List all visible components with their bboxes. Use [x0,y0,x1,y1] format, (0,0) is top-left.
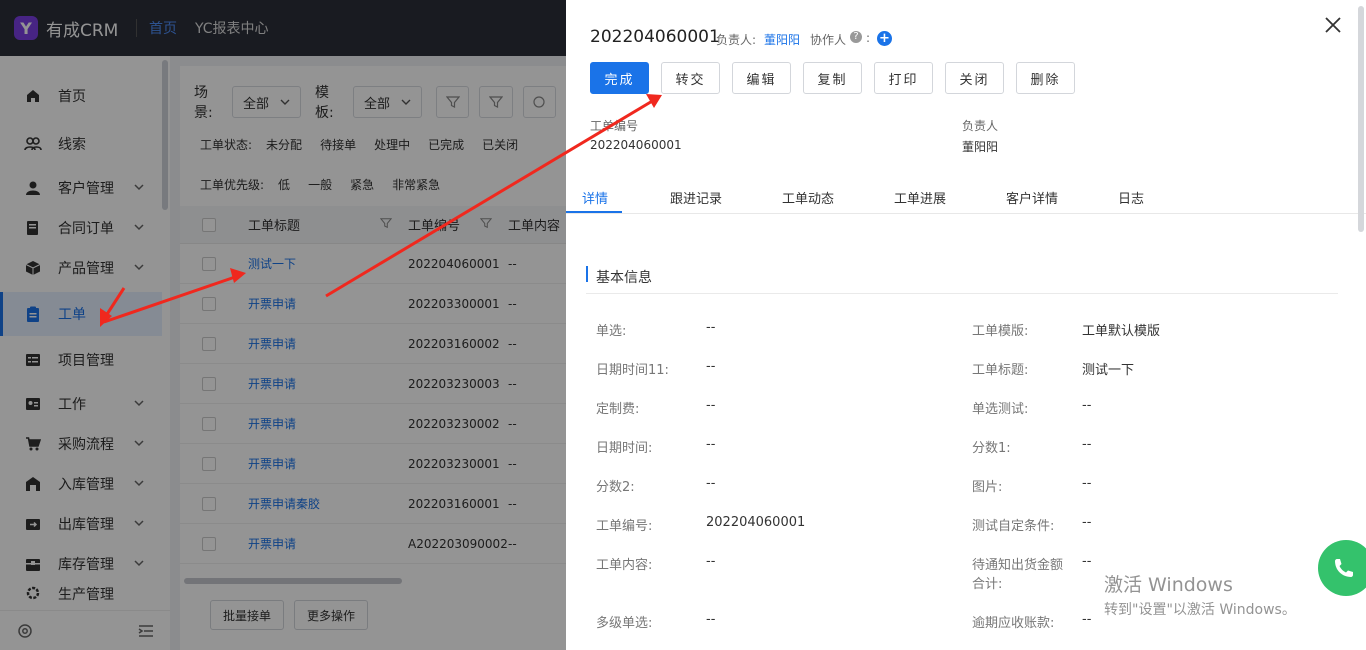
field-value: 202204060001 [706,515,806,530]
field-value: -- [706,554,716,569]
field-value: -- [706,320,716,335]
field-label: 分数2: [596,480,635,495]
field-value: -- [1082,554,1092,569]
drawer-scrollbar[interactable] [1358,6,1364,232]
field-value: -- [1082,437,1092,452]
field-value: 工单默认模版 [1082,324,1161,339]
field-label: 定制费: [596,402,640,417]
phone-contact-button[interactable] [1318,540,1366,596]
tab-customer[interactable]: 客户详情 [1006,188,1058,207]
field-value: -- [1082,515,1092,530]
meta-key: 工单编号 [590,119,639,133]
field-label: 测试自定条件: [972,519,1055,534]
field-label: 图片: [972,480,1003,495]
field-label: 单选测试: [972,402,1029,417]
watermark-title: 激活 Windows [1104,574,1233,596]
meta-key: 负责人 [962,119,999,133]
field-value: -- [706,359,716,374]
meta-value: 202204060001 [590,138,682,152]
phone-icon [1335,559,1353,577]
field-value: -- [1082,612,1092,627]
print-button[interactable]: 打印 [874,62,933,94]
field-label: 工单模版: [972,324,1029,339]
detail-tabs: 详情 跟进记录 工单动态 工单进展 客户详情 日志 [566,176,1366,214]
tab-log[interactable]: 日志 [1118,188,1144,207]
tab-activity[interactable]: 工单动态 [782,188,834,207]
field-label: 逾期应收账款: [972,616,1055,631]
field-value: -- [706,612,716,627]
collaborator-colon: : [866,31,871,45]
complete-button[interactable]: 完成 [590,62,649,94]
field-value: -- [706,476,716,491]
add-collaborator-icon[interactable]: + [877,31,892,46]
windows-activation-watermark: 激活 Windows 转到"设置"以激活 Windows。 [1104,570,1296,619]
owner-label: 负责人: [716,33,757,47]
crm-app: Y 有成CRM 首页 YC报表中心 首页 线索 客户管理 合同订单 产品管理 工… [0,0,1366,650]
field-label: 单选: [596,324,627,339]
detail-action-bar: 完成 转交 编辑 复制 打印 关闭 删除 [590,62,1087,94]
field-label: 日期时间: [596,441,653,456]
field-label: 日期时间11: [596,363,669,378]
field-label: 多级单选: [596,616,653,631]
edit-button[interactable]: 编辑 [732,62,791,94]
field-label: 工单编号: [596,519,653,534]
copy-button[interactable]: 复制 [803,62,862,94]
meta-owner: 负责人 董阳阳 [962,117,998,155]
work-order-detail-drawer: 202204060001 负责人: 董阳阳 协作人 ? : + 完成 转交 编辑… [566,0,1366,650]
field-value: -- [706,437,716,452]
field-label: 分数1: [972,441,1011,456]
tab-details[interactable]: 详情 [582,188,608,207]
close-order-button[interactable]: 关闭 [945,62,1004,94]
meta-value: 董阳阳 [962,140,999,154]
detail-title: 202204060001 [590,27,720,47]
field-value: -- [706,398,716,413]
field-value: -- [1082,476,1092,491]
tab-follow-up[interactable]: 跟进记录 [670,188,722,207]
collaborator-label: 协作人 [810,33,847,47]
close-icon[interactable] [1324,16,1342,34]
owner-name[interactable]: 董阳阳 [764,31,800,48]
modal-mask[interactable] [0,0,566,650]
basic-info-section: 基本信息 [586,262,1338,294]
delete-button[interactable]: 删除 [1016,62,1075,94]
help-icon[interactable]: ? [850,31,862,43]
meta-order-number: 工单编号 202204060001 [590,117,682,152]
field-label: 待通知出货金额合计: [972,558,1064,592]
watermark-subtitle: 转到"设置"以激活 Windows。 [1104,602,1296,618]
field-label: 工单标题: [972,363,1029,378]
field-value: -- [1082,398,1092,413]
transfer-button[interactable]: 转交 [661,62,720,94]
tab-progress[interactable]: 工单进展 [894,188,946,207]
section-title: 基本信息 [596,270,652,286]
field-label: 工单内容: [596,558,653,573]
field-value: 测试一下 [1082,363,1135,378]
section-accent-bar [586,266,588,282]
tab-active-indicator [566,211,622,213]
